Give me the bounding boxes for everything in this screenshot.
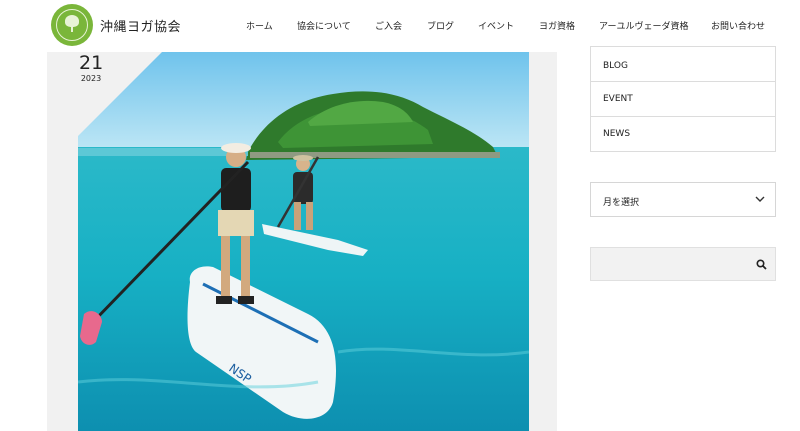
post-date-day: 21 xyxy=(79,52,104,74)
search-icon[interactable] xyxy=(756,259,767,270)
category-item-blog[interactable]: BLOG xyxy=(591,46,775,81)
archive-month-select[interactable]: 月を選択 xyxy=(590,182,776,217)
nav-item-join[interactable]: ご入会 xyxy=(375,19,402,32)
post-date-year: 2023 xyxy=(80,74,102,83)
nav-item-blog[interactable]: ブログ xyxy=(427,19,454,32)
search-box xyxy=(590,247,776,281)
nav-item-about[interactable]: 協会について xyxy=(297,19,351,32)
archive-select-value: 月を選択 xyxy=(603,198,640,208)
nav-item-yoga-qualification[interactable]: ヨガ資格 xyxy=(539,19,575,32)
nav-item-ayurveda-qualification[interactable]: アーユルヴェーダ資格 xyxy=(599,19,688,32)
nav-item-contact[interactable]: お問い合わせ xyxy=(711,19,765,32)
nav-item-event[interactable]: イベント xyxy=(478,19,514,32)
chevron-down-icon xyxy=(755,196,765,202)
category-list: BLOG EVENT NEWS xyxy=(590,46,776,152)
category-item-news[interactable]: NEWS xyxy=(591,116,775,151)
category-item-event[interactable]: EVENT xyxy=(591,81,775,116)
main-nav: ホーム 協会について ご入会 ブログ イベント ヨガ資格 アーユルヴェーダ資格 … xyxy=(0,19,800,33)
search-input[interactable] xyxy=(591,248,751,280)
nav-item-home[interactable]: ホーム xyxy=(246,19,273,32)
site-header: 沖縄ヨガ協会 ホーム 協会について ご入会 ブログ イベント ヨガ資格 アーユル… xyxy=(0,0,800,52)
